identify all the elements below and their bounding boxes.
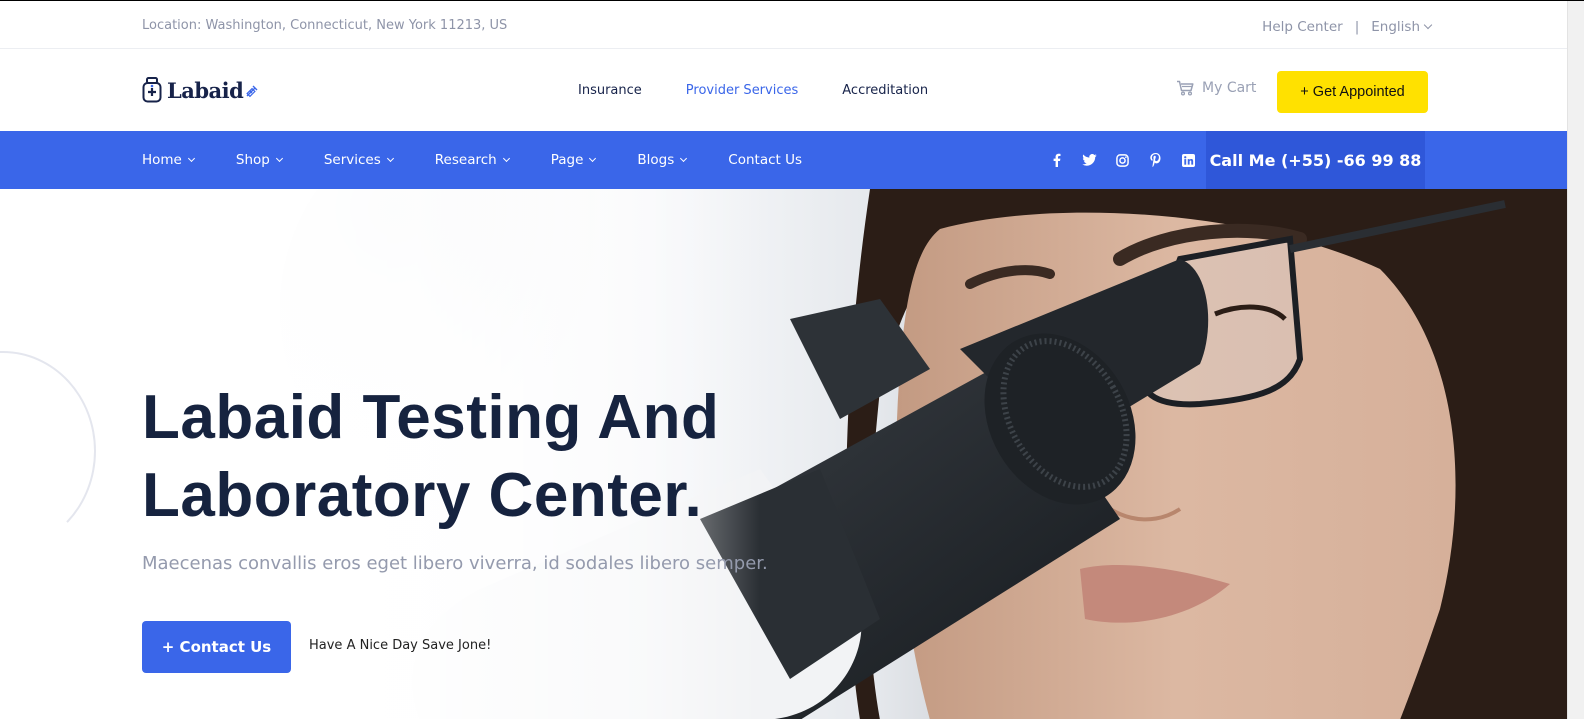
- nav-item-shop[interactable]: Shop: [235, 152, 283, 168]
- help-center-link[interactable]: Help Center: [1262, 19, 1343, 35]
- primary-nav: Home Shop Services Research Page Blogs C…: [0, 131, 1567, 189]
- linkedin-icon[interactable]: [1181, 153, 1196, 168]
- logo-text: Labaid: [167, 77, 244, 103]
- hero-section: Labaid Testing And Laboratory Center. Ma…: [0, 189, 1567, 719]
- cart-label: My Cart: [1202, 80, 1257, 96]
- language-label: English: [1371, 19, 1420, 35]
- page: Location: Washington, Connecticut, New Y…: [0, 1, 1567, 719]
- hero-note: Have A Nice Day Save Jone!: [309, 638, 492, 653]
- hero-title-line-1: Labaid Testing And: [142, 383, 720, 452]
- nav-label: Shop: [235, 152, 270, 168]
- my-cart-link[interactable]: My Cart: [1176, 80, 1256, 96]
- nav-label: Home: [142, 152, 182, 168]
- language-select[interactable]: English: [1371, 19, 1433, 35]
- nav-item-contact-us[interactable]: Contact Us: [728, 152, 802, 168]
- header-link-insurance[interactable]: Insurance: [578, 83, 642, 98]
- chevron-down-icon: [589, 154, 597, 162]
- top-info-bar: Location: Washington, Connecticut, New Y…: [0, 1, 1567, 49]
- chevron-down-icon: [275, 154, 283, 162]
- nav-item-services[interactable]: Services: [323, 152, 394, 168]
- nav-label: Blogs: [637, 152, 675, 168]
- syringe-icon: [246, 85, 258, 98]
- location-text: Location: Washington, Connecticut, New Y…: [142, 18, 508, 33]
- hero-title-line-2: Laboratory Center.: [142, 461, 703, 530]
- nav-label: Page: [550, 152, 584, 168]
- contact-us-button[interactable]: + Contact Us: [142, 621, 291, 673]
- main-header: Labaid Insurance Provider Services Accre…: [0, 49, 1567, 131]
- top-right-links: Help Center | English: [1262, 19, 1433, 35]
- nav-item-home[interactable]: Home: [142, 152, 195, 168]
- divider: |: [1354, 19, 1360, 35]
- logo[interactable]: Labaid: [142, 77, 259, 103]
- header-link-accreditation[interactable]: Accreditation: [842, 83, 928, 98]
- cart-icon: [1177, 80, 1194, 96]
- social-links: [1049, 131, 1196, 189]
- scrollbar[interactable]: [1567, 1, 1584, 719]
- header-links: Insurance Provider Services Accreditatio…: [578, 83, 928, 98]
- twitter-icon[interactable]: [1082, 153, 1097, 168]
- hero-title: Labaid Testing And Laboratory Center.: [142, 379, 842, 535]
- facebook-icon[interactable]: [1049, 153, 1064, 168]
- call-me-button[interactable]: Call Me (+55) -66 99 88: [1206, 131, 1425, 189]
- nav-item-blogs[interactable]: Blogs: [637, 152, 688, 168]
- pinterest-icon[interactable]: [1148, 153, 1163, 168]
- nav-menu: Home Shop Services Research Page Blogs C…: [142, 131, 802, 189]
- nav-item-research[interactable]: Research: [434, 152, 510, 168]
- nav-label: Research: [434, 152, 497, 168]
- nav-label: Contact Us: [728, 152, 803, 168]
- chevron-down-icon: [680, 154, 688, 162]
- chevron-down-icon: [386, 154, 394, 162]
- header-link-provider-services[interactable]: Provider Services: [686, 83, 798, 98]
- chevron-down-icon: [187, 154, 195, 162]
- nav-item-page[interactable]: Page: [550, 152, 597, 168]
- chevron-down-icon: [1423, 20, 1433, 30]
- medicine-bottle-icon: [142, 77, 162, 103]
- hero-subtitle: Maecenas convallis eros eget libero vive…: [142, 553, 768, 574]
- chevron-down-icon: [502, 154, 510, 162]
- nav-label: Services: [323, 152, 381, 168]
- get-appointed-button[interactable]: + Get Appointed: [1277, 71, 1428, 113]
- instagram-icon[interactable]: [1115, 153, 1130, 168]
